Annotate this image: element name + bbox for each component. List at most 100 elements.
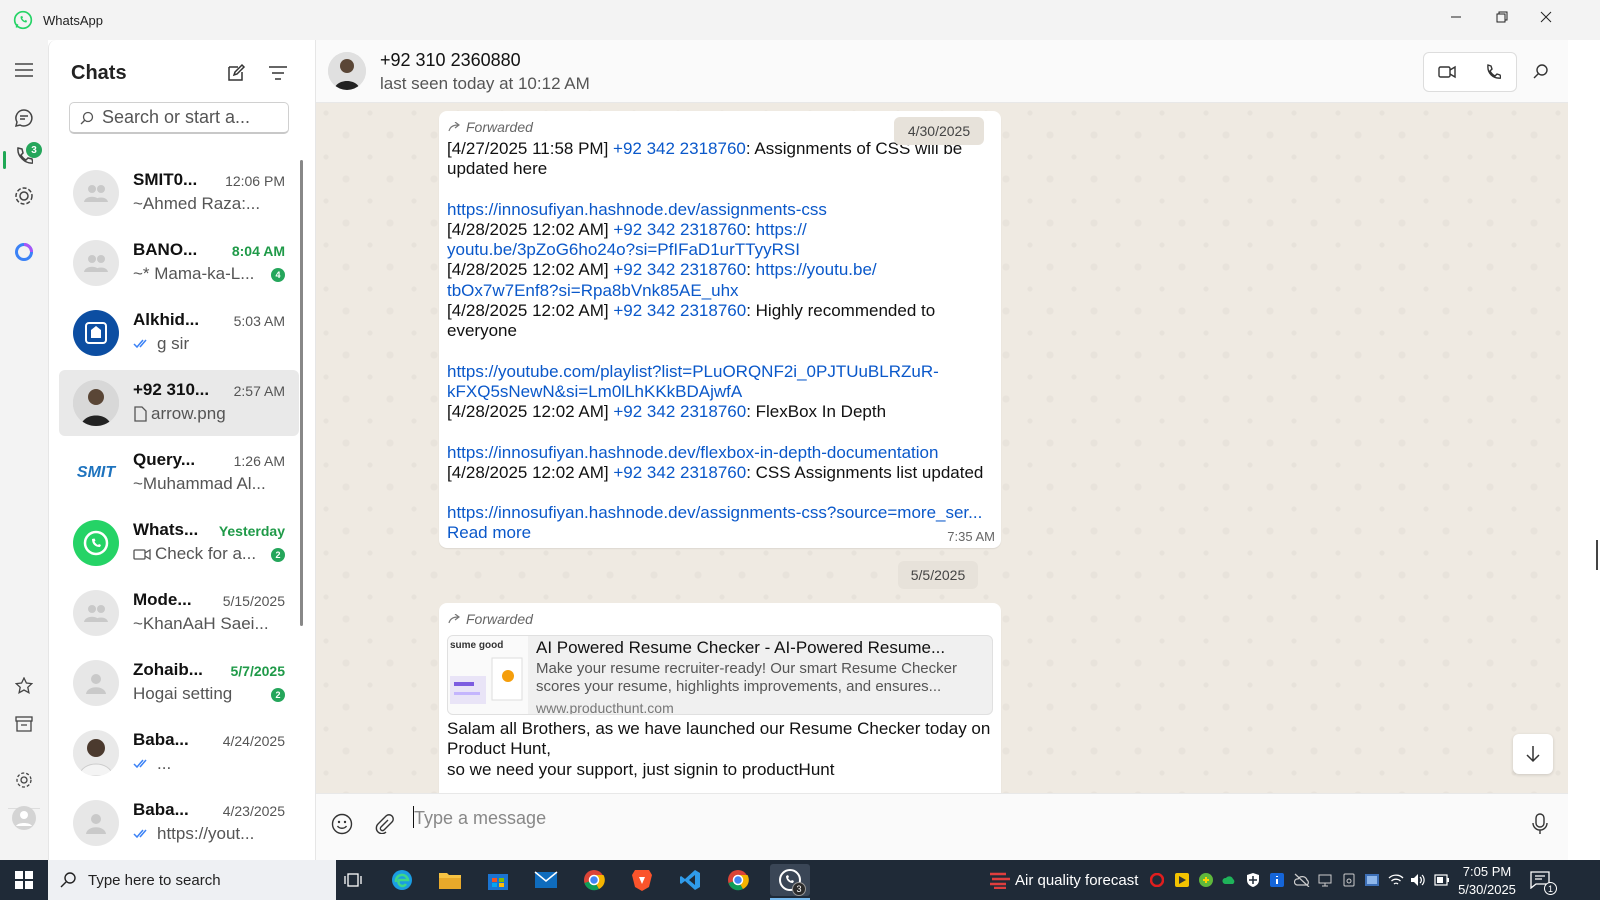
notification-center-button[interactable]: 1: [1524, 864, 1557, 896]
chat-item[interactable]: SMIT0... 12:06 PM ~Ahmed Raza:...: [59, 160, 299, 226]
weather-widget-text[interactable]: Air quality forecast: [1015, 872, 1138, 889]
message-link[interactable]: kFXQ5sNewN&si=Lm0lLhKKkBDAjwfA: [447, 382, 995, 402]
search-input[interactable]: Search or start a...: [69, 102, 289, 134]
message-link[interactable]: youtu.be/3pZoG6ho24o?si=PfIFaD1urTTyyRSI: [447, 240, 995, 260]
restore-button[interactable]: [1479, 0, 1525, 34]
filter-icon: [269, 66, 287, 80]
rail-settings-button[interactable]: [10, 766, 38, 794]
weather-widget-icon[interactable]: [984, 864, 1016, 896]
chat-name: Zohaib...: [133, 660, 203, 679]
read-more-link[interactable]: Read more: [447, 523, 995, 543]
conversation-header[interactable]: +92 310 2360880 last seen today at 10:12…: [316, 40, 1568, 103]
chat-item[interactable]: BANO... 8:04 AM ~* Mama-ka-L... 4: [59, 230, 299, 296]
message-bubble[interactable]: Forwarded [4/27/2025 11:58 PM] +92 342 2…: [439, 111, 1001, 548]
message-link[interactable]: tbOx7w7Enf8?si=Rpa8bVnk85AE_uhx: [447, 281, 995, 301]
message-link[interactable]: https://innosufiyan.hashnode.dev/assignm…: [447, 503, 995, 523]
volume-icon[interactable]: [1410, 873, 1426, 887]
task-view-button[interactable]: [337, 864, 369, 896]
chat-item[interactable]: Alkhid... 5:03 AM g sir: [59, 300, 299, 366]
phone-link[interactable]: +92 342 2318760: [613, 463, 746, 482]
video-icon: [133, 548, 151, 561]
chat-item[interactable]: SMIT Query... 1:26 AM ~Muhammad Al...: [59, 440, 299, 506]
phone-icon: [1487, 64, 1501, 79]
clock-time[interactable]: 7:05 PM: [1462, 864, 1512, 879]
info-tray-icon[interactable]: [1270, 873, 1284, 887]
rail-chats-button[interactable]: [10, 104, 38, 132]
media-tray-icon[interactable]: [1175, 873, 1189, 887]
message-link[interactable]: https://youtube.com/playlist?list=PLuORQ…: [447, 362, 995, 382]
rail-starred-button[interactable]: [10, 672, 38, 700]
start-button[interactable]: [8, 864, 40, 896]
cloud-off-icon[interactable]: [1294, 873, 1310, 887]
emoji-button[interactable]: [324, 806, 360, 842]
voice-message-button[interactable]: [1522, 806, 1558, 842]
scroll-to-bottom-button[interactable]: [1513, 734, 1553, 774]
phone-link[interactable]: +92 342 2318760: [613, 301, 746, 320]
scrollbar-thumb[interactable]: [1596, 540, 1598, 570]
new-chat-button[interactable]: [221, 58, 251, 88]
mail-app[interactable]: [530, 864, 562, 896]
vscode-app[interactable]: [674, 864, 706, 896]
store-app[interactable]: [482, 864, 514, 896]
rail-meta-ai-button[interactable]: [10, 238, 38, 266]
device-tray-icon[interactable]: [1342, 873, 1356, 887]
video-call-button[interactable]: [1424, 53, 1470, 91]
phone-link[interactable]: +92 342 2318760: [613, 220, 746, 239]
battery-icon[interactable]: [1434, 874, 1450, 886]
network-tray-icon[interactable]: [1318, 873, 1332, 887]
rail-profile-button[interactable]: [10, 804, 38, 832]
voice-call-button[interactable]: [1470, 53, 1516, 91]
search-icon: [60, 872, 76, 888]
message-link[interactable]: https://innosufiyan.hashnode.dev/flexbox…: [447, 443, 995, 463]
chrome-profile-app[interactable]: [722, 864, 754, 896]
rail-archived-button[interactable]: [10, 710, 38, 738]
link-preview-card[interactable]: sume good AI Powered Resume Checker - AI…: [447, 635, 993, 715]
display-tray-icon[interactable]: [1364, 873, 1380, 887]
message-area[interactable]: Forwarded [4/27/2025 11:58 PM] +92 342 2…: [316, 103, 1568, 793]
opera-tray-icon[interactable]: [1150, 873, 1164, 887]
brave-app[interactable]: [626, 864, 658, 896]
chat-item[interactable]: Whats... Yesterday Check for a... 2: [59, 510, 299, 576]
phone-link[interactable]: +92 342 2318760: [613, 402, 746, 421]
file-explorer-app[interactable]: [434, 864, 466, 896]
app-tray-icon[interactable]: [1199, 873, 1213, 887]
message-bubble[interactable]: Forwarded sume good AI Powered Resume Ch…: [439, 603, 1001, 793]
menu-button[interactable]: [10, 56, 38, 84]
attach-button[interactable]: [366, 806, 402, 842]
chat-item-selected[interactable]: +92 310... 2:57 AM arrow.png: [59, 370, 299, 436]
double-check-icon: [133, 339, 147, 349]
search-messages-button[interactable]: [1528, 58, 1554, 84]
wifi-icon[interactable]: [1388, 873, 1404, 887]
filter-button[interactable]: [263, 58, 293, 88]
rail-calls-button[interactable]: [10, 142, 38, 170]
chat-item[interactable]: Baba... 4/23/2025 https://yout...: [59, 790, 299, 856]
minimize-button[interactable]: [1433, 0, 1479, 34]
phone-link[interactable]: +92 342 2318760: [613, 139, 746, 158]
close-window-button[interactable]: [1523, 0, 1569, 34]
rail-status-button[interactable]: [10, 182, 38, 210]
group-icon: [84, 255, 108, 272]
text-line: so we need your support, just signin to …: [447, 759, 835, 779]
group-avatar: [73, 240, 119, 286]
chrome-app[interactable]: [578, 864, 610, 896]
whatsapp-taskbar-app[interactable]: 3: [770, 864, 810, 896]
taskbar-search[interactable]: Type here to search: [48, 860, 336, 900]
clock-date[interactable]: 5/30/2025: [1456, 882, 1518, 897]
message-link[interactable]: https://innosufiyan.hashnode.dev/assignm…: [447, 200, 995, 220]
cloud-tray-icon[interactable]: [1222, 873, 1236, 887]
chat-item[interactable]: Zohaib... 5/7/2025 Hogai setting 2: [59, 650, 299, 716]
message-link[interactable]: https://youtu.be/: [756, 260, 877, 279]
message-input[interactable]: Type a message: [414, 808, 546, 829]
message-link[interactable]: https://: [756, 220, 807, 239]
phone-link[interactable]: +92 342 2318760: [613, 260, 746, 279]
chat-item[interactable]: Baba... 4/24/2025 ...: [59, 720, 299, 786]
edge-app[interactable]: [386, 864, 418, 896]
chat-item[interactable]: Mode... 5/15/2025 ~KhanAaH Saei...: [59, 580, 299, 646]
security-shield-icon[interactable]: [1246, 873, 1260, 887]
chat-list-scrollbar[interactable]: [300, 160, 303, 626]
text-line: : Highly recommended to: [746, 301, 936, 321]
chat-time: 8:04 AM: [231, 243, 285, 259]
contact-avatar: [73, 730, 119, 776]
contact-avatar[interactable]: [328, 52, 366, 90]
chat-time: 4/23/2025: [222, 803, 285, 819]
